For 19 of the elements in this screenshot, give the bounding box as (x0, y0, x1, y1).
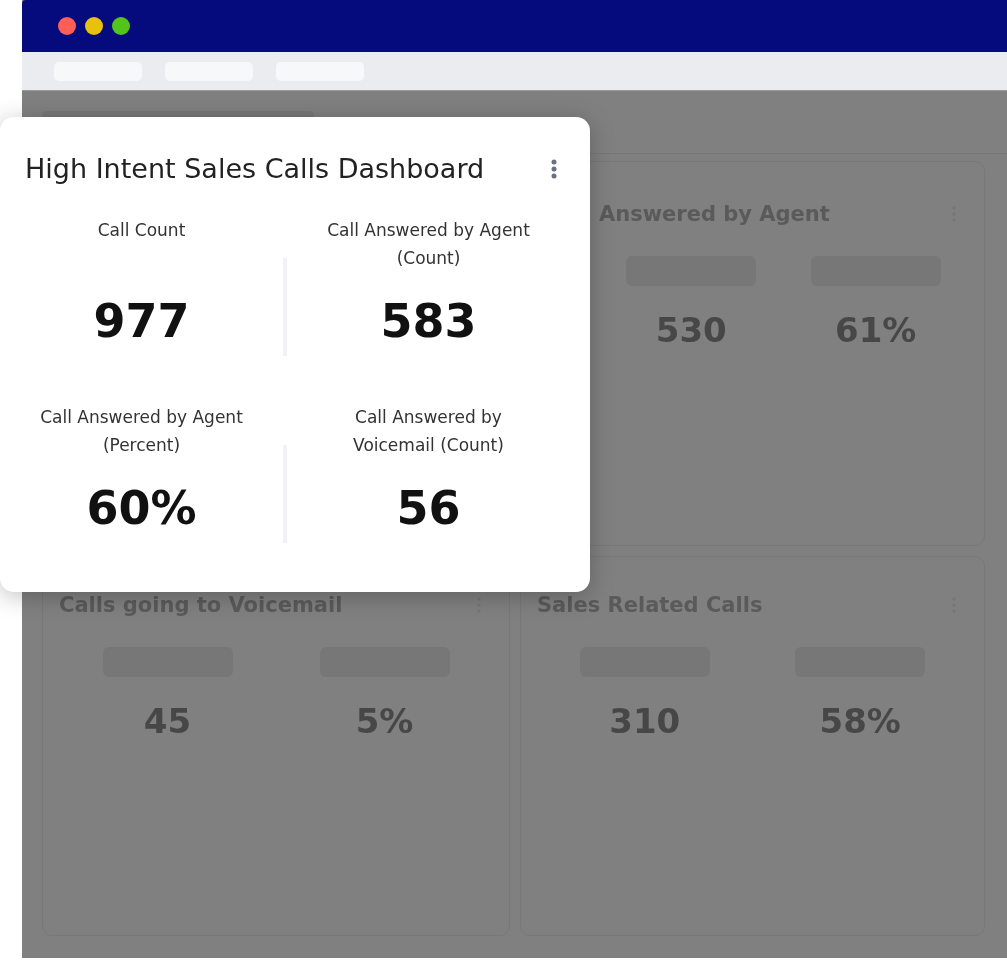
window-control-icon[interactable] (85, 17, 103, 35)
card-title: High Intent Sales Calls Dashboard (25, 153, 485, 184)
metric-value: 56 (396, 481, 461, 535)
metric-value: 61% (835, 310, 917, 350)
metric-value: 58% (819, 701, 901, 741)
metric-value: 60% (86, 481, 197, 535)
metric-label: Call Count (96, 219, 187, 242)
metric-label: Call Answered by Agent (Percent) (39, 406, 244, 457)
metric-value: 530 (655, 310, 727, 350)
metric-value: 5% (355, 701, 414, 741)
more-icon[interactable] (551, 158, 557, 179)
window-control-icon[interactable] (58, 17, 76, 35)
metric-value: 583 (380, 294, 477, 348)
window-control-icon[interactable] (112, 17, 130, 35)
metric-label: Call Answered by Agent (Count) (326, 219, 531, 270)
metric-value: 45 (143, 701, 192, 741)
metric-value: 977 (93, 294, 190, 348)
metric-label: Call Answered by Voicemail (Count) (352, 406, 505, 457)
metric-value: 310 (609, 701, 681, 741)
